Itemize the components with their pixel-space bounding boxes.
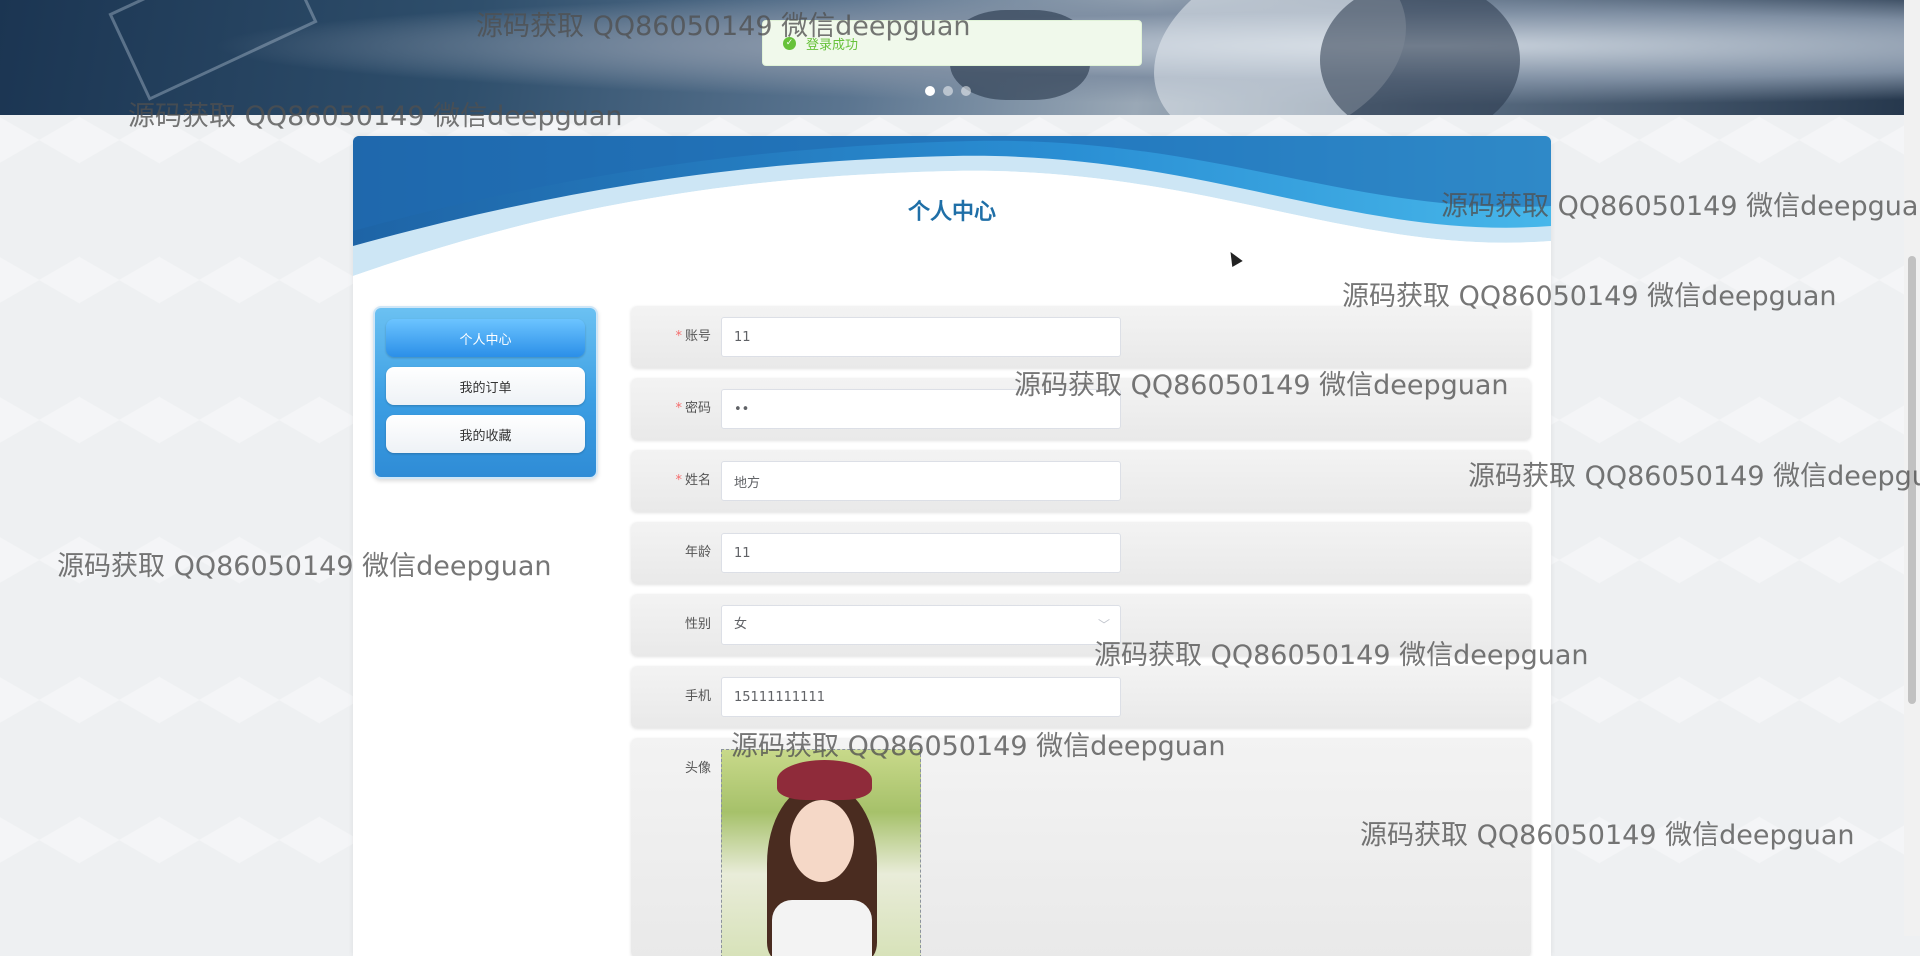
profile-panel: 个人中心 个人中心 我的订单 我的收藏 *账号 *密码 *姓名 年龄 性别 女 …	[353, 136, 1551, 956]
form-row-age: 年龄	[631, 522, 1531, 584]
side-item-orders[interactable]: 我的订单	[386, 367, 585, 405]
form-row-account: * 账号	[631, 306, 1531, 368]
carousel-dot[interactable]	[925, 86, 935, 96]
side-menu: 个人中心 我的订单 我的收藏	[373, 306, 598, 479]
account-input[interactable]	[721, 317, 1121, 357]
required-mark: *	[675, 473, 682, 488]
carousel-dot[interactable]	[961, 86, 971, 96]
form-row-gender: 性别 女 ﹀	[631, 594, 1531, 656]
scrollbar-thumb[interactable]	[1908, 256, 1916, 704]
success-toast: ✓ 登录成功	[762, 20, 1142, 66]
page-scrollbar[interactable]	[1904, 0, 1920, 936]
carousel-dot[interactable]	[943, 86, 953, 96]
avatar-label: 头像	[684, 761, 711, 776]
required-mark: *	[675, 329, 682, 344]
avatar-uploader[interactable]	[721, 749, 921, 956]
phone-input[interactable]	[721, 677, 1121, 717]
form-row-name: * 姓名	[631, 450, 1531, 512]
account-label: * 账号	[675, 329, 711, 344]
password-input[interactable]	[721, 389, 1121, 429]
required-mark: *	[675, 401, 682, 416]
form-row-phone: 手机	[631, 666, 1531, 728]
password-label: * 密码	[675, 401, 711, 416]
gender-value: 女	[734, 617, 748, 632]
profile-form: *账号 *密码 *姓名 年龄 性别 女 ﹀ 手机 头像	[631, 306, 1531, 956]
form-row-avatar: 头像	[631, 738, 1531, 956]
toast-message: 登录成功	[806, 37, 859, 53]
name-input[interactable]	[721, 461, 1121, 501]
banner-graphic	[108, 0, 318, 101]
carousel-indicators	[925, 86, 971, 96]
age-label: 年龄	[684, 545, 711, 560]
banner-graphic	[1320, 0, 1520, 115]
form-row-password: * 密码	[631, 378, 1531, 440]
side-item-favorites[interactable]: 我的收藏	[386, 415, 585, 453]
page-title: 个人中心	[907, 200, 996, 225]
avatar-image	[777, 760, 872, 800]
age-input[interactable]	[721, 533, 1121, 573]
side-item-profile[interactable]: 个人中心	[386, 319, 585, 357]
name-label: * 姓名	[675, 473, 711, 488]
gender-select[interactable]: 女 ﹀	[721, 605, 1121, 645]
avatar-image	[790, 800, 854, 882]
check-circle-icon: ✓	[783, 36, 796, 50]
gender-label: 性别	[684, 617, 711, 632]
phone-label: 手机	[684, 689, 711, 704]
avatar-image	[772, 900, 872, 956]
chevron-down-icon: ﹀	[1097, 618, 1110, 632]
